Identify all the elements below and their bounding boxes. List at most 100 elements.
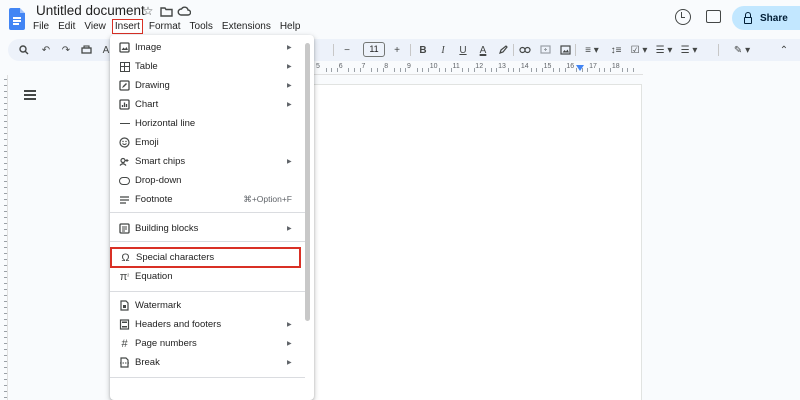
ruler-tick [627, 68, 629, 72]
ruler-tick [4, 361, 7, 362]
title-bar: Untitled document ☆ File Edit View Inser… [0, 0, 800, 38]
menu-item-smart-chips[interactable]: Smart chips ▶ [110, 152, 314, 171]
menu-item-emoji[interactable]: Emoji [110, 133, 314, 152]
share-label: Share [760, 12, 788, 24]
ruler-number: 8 [384, 63, 389, 70]
add-comment-icon[interactable] [539, 43, 551, 57]
ruler-tick [558, 68, 560, 72]
undo-icon[interactable]: ↶ [40, 43, 52, 57]
share-button[interactable]: Share [732, 6, 800, 30]
ruler-number: 5 [316, 63, 320, 70]
chart-icon [119, 99, 130, 110]
menu-item-page-numbers[interactable]: # Page numbers ▶ [110, 334, 314, 353]
menu-help[interactable]: Help [277, 19, 304, 34]
menu-item-equation[interactable]: π² Equation [110, 267, 314, 286]
ruler-tick [4, 157, 7, 158]
hash-icon: # [121, 337, 128, 350]
menu-item-label: Smart chips [135, 156, 186, 167]
ruler-tick [4, 379, 7, 380]
menu-item-building-blocks[interactable]: Building blocks ▶ [110, 219, 314, 238]
ruler-tick [4, 115, 7, 116]
menu-item-label: Drop-down [135, 175, 182, 186]
ruler-tick [393, 68, 395, 72]
menu-file[interactable]: File [30, 19, 52, 34]
search-menus-icon[interactable] [18, 43, 30, 57]
editing-mode-icon[interactable]: ✎ ▾ [730, 43, 754, 57]
comments-icon[interactable] [706, 10, 721, 23]
ruler-tick [4, 397, 7, 398]
ruler-tick [4, 79, 7, 80]
highlight-color-icon[interactable] [497, 43, 509, 57]
version-history-icon[interactable] [675, 9, 691, 25]
building-blocks-icon [119, 223, 130, 234]
ruler-tick [4, 211, 7, 212]
collapse-menus-icon[interactable]: ⌃ [778, 43, 790, 57]
ruler-tick [4, 139, 7, 140]
menu-item-chart[interactable]: Chart ▶ [110, 95, 314, 114]
numbered-list-icon[interactable]: ☰ ▾ [678, 43, 700, 57]
bold-button[interactable]: B [417, 43, 429, 57]
ruler-tick [4, 103, 7, 104]
italic-button[interactable]: I [437, 43, 449, 57]
insert-link-icon[interactable] [519, 43, 531, 57]
menu-item-headers-and-footers[interactable]: Headers and footers ▶ [110, 315, 314, 334]
menu-format[interactable]: Format [146, 19, 184, 34]
move-folder-icon[interactable] [159, 4, 173, 18]
star-icon[interactable]: ☆ [141, 4, 155, 18]
checklist-icon[interactable]: ☑ ▾ [628, 43, 650, 57]
bulleted-list-icon[interactable]: ☰ ▾ [653, 43, 675, 57]
document-outline-icon[interactable] [24, 90, 36, 100]
horizontal-ruler[interactable]: 5 6 7 8 9 10 11 12 13 14 15 16 17 18 [313, 61, 643, 75]
menu-item-label: Image [135, 42, 162, 53]
ruler-tick [4, 271, 7, 272]
decrease-font-size-button[interactable]: − [341, 43, 353, 57]
increase-font-size-button[interactable]: + [391, 43, 403, 57]
document-title[interactable]: Untitled document [36, 3, 145, 18]
redo-icon[interactable]: ↷ [60, 43, 72, 57]
ruler-tick [4, 289, 7, 290]
ruler-tick [4, 229, 7, 230]
menu-divider [110, 291, 305, 292]
menu-item-image[interactable]: Image ▶ [110, 38, 314, 57]
ruler-tick [513, 68, 515, 72]
menu-item-watermark[interactable]: Watermark [110, 296, 314, 315]
align-icon[interactable]: ≡ ▾ [581, 43, 603, 57]
drawing-icon [119, 80, 130, 91]
menu-item-special-characters[interactable]: Ω Special characters [110, 247, 301, 268]
menu-edit[interactable]: Edit [55, 19, 78, 34]
vertical-ruler[interactable] [0, 75, 8, 400]
menu-tools[interactable]: Tools [187, 19, 216, 34]
print-icon[interactable] [80, 43, 92, 57]
ruler-tick [4, 187, 7, 188]
ruler-number: 18 [611, 63, 620, 70]
ruler-number: 6 [338, 63, 343, 70]
ruler-tick [536, 68, 538, 72]
ruler-tick [507, 68, 509, 72]
menu-item-table[interactable]: Table ▶ [110, 57, 314, 76]
menu-view[interactable]: View [81, 19, 109, 34]
line-spacing-icon[interactable]: ↕≡ [606, 43, 626, 57]
menu-item-drawing[interactable]: Drawing ▶ [110, 76, 314, 95]
menu-extensions[interactable]: Extensions [219, 19, 274, 34]
docs-logo-icon[interactable] [9, 8, 25, 30]
menu-item-break[interactable]: Break ▶ [110, 353, 314, 372]
menu-item-horizontal-line[interactable]: Horizontal line [110, 114, 314, 133]
menu-insert[interactable]: Insert [111, 19, 143, 34]
menu-item-drop-down[interactable]: Drop-down [110, 171, 314, 190]
indent-marker[interactable] [576, 65, 584, 71]
omega-icon: Ω [121, 251, 130, 264]
insert-image-icon[interactable] [559, 43, 571, 57]
ruler-tick [4, 217, 7, 218]
cloud-status-icon[interactable] [177, 4, 191, 18]
menu-item-label: Horizontal line [135, 118, 196, 129]
font-size-input[interactable]: 11 [363, 42, 385, 57]
text-color-button[interactable]: A [477, 43, 489, 57]
ruler-tick [4, 121, 7, 122]
ruler-tick [4, 109, 7, 110]
menu-item-label: Equation [135, 271, 173, 282]
ruler-tick [4, 253, 7, 254]
menu-item-footnote[interactable]: Footnote ⌘+Option+F [110, 190, 314, 209]
ruler-tick [4, 133, 7, 134]
ruler-tick [4, 295, 7, 296]
underline-button[interactable]: U [457, 43, 469, 57]
